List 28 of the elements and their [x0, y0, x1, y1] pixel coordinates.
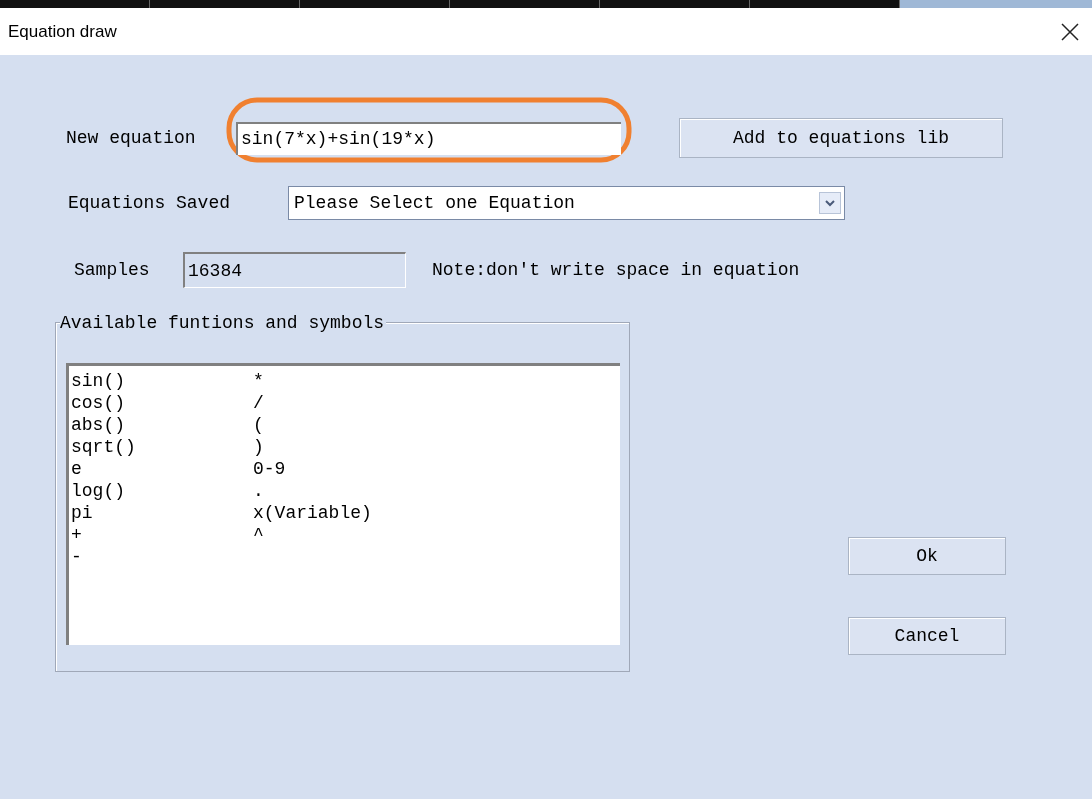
new-equation-label: New equation — [66, 126, 197, 150]
dialog-button[interactable]: Cancel — [848, 617, 1006, 655]
list-cell: . — [253, 480, 264, 502]
dialog-button[interactable]: Ok — [848, 537, 1006, 575]
list-cell-text: sin() — [71, 370, 126, 392]
list-cell-text: sqrt() — [71, 436, 137, 458]
equations-saved-label: Equations Saved — [68, 191, 232, 215]
note-text: Note:don't write space in equation — [432, 258, 800, 282]
list-cell-text: + — [71, 524, 83, 546]
equation-dropdown[interactable]: Please Select one Equation — [288, 186, 845, 220]
equation-input[interactable]: sin(7*x)+sin(19*x) — [236, 121, 621, 155]
list-cell: x(Variable) — [253, 502, 372, 524]
list-cell: ^ — [253, 524, 264, 546]
list-cell: / — [253, 392, 264, 414]
window-title: Equation draw — [8, 20, 117, 43]
chevron-down-icon — [819, 192, 841, 214]
list-cell-text: cos() — [71, 392, 126, 414]
list-cell: ( — [253, 414, 264, 436]
list-cell-text: e — [71, 458, 83, 480]
list-cell: 0-9 — [253, 458, 286, 480]
add-equation-button[interactable]: Add to equations lib — [679, 118, 1003, 158]
list-cell-text: abs() — [71, 414, 126, 436]
list-cell: * — [253, 370, 264, 392]
list-cell-text: pi — [71, 502, 94, 524]
samples-label: Samples — [74, 258, 151, 282]
list-cell-text: log() — [71, 480, 126, 502]
list-cell: ) — [253, 436, 264, 458]
list-cell-text: - — [71, 546, 83, 568]
